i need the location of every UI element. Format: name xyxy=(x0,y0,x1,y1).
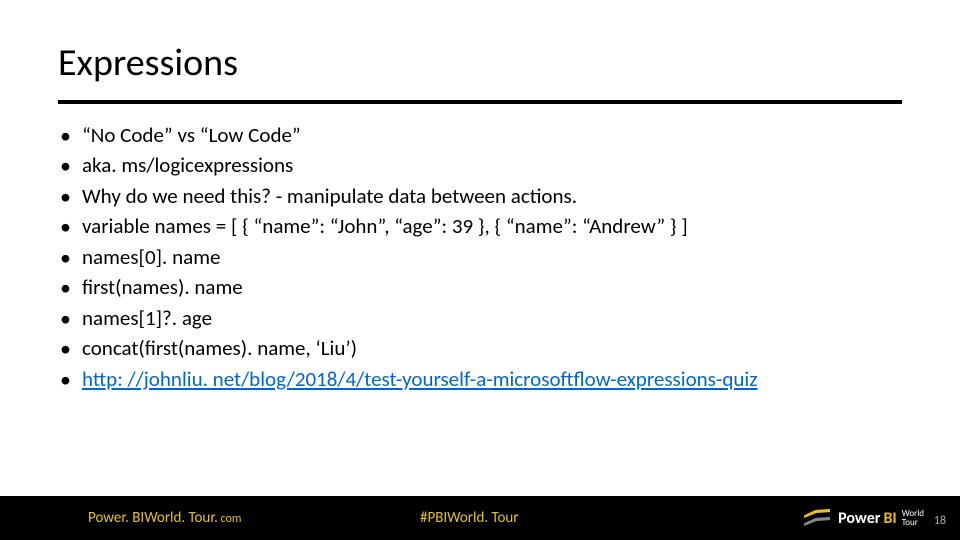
footer-left: Power. BIWorld. Tour. com xyxy=(88,509,241,527)
list-item-link: http: //johnliu. net/blog/2018/4/test-yo… xyxy=(58,364,928,394)
list-item: aka. ms/logicexpressions xyxy=(58,150,928,180)
footer-left-small: com xyxy=(218,512,242,526)
slide-title: Expressions xyxy=(58,40,238,86)
slide: Expressions “No Code” vs “Low Code” aka.… xyxy=(0,0,960,540)
footer-hashtag: #PBIWorld. Tour xyxy=(420,509,519,527)
list-item: Why do we need this? - manipulate data b… xyxy=(58,181,928,211)
title-rule xyxy=(58,100,902,104)
swoosh-icon xyxy=(804,509,830,527)
list-item: “No Code” vs “Low Code” xyxy=(58,120,928,150)
list-item: variable names = [ { “name”: “John”, “ag… xyxy=(58,211,928,241)
list-item: first(names). name xyxy=(58,272,928,302)
logo-subtext: World Tour xyxy=(902,509,924,527)
footer-bar: Power. BIWorld. Tour. com #PBIWorld. Tou… xyxy=(0,496,960,540)
logo-bi: BI xyxy=(883,509,896,528)
logo-sub2: Tour xyxy=(902,518,924,527)
page-number: 18 xyxy=(934,514,946,528)
list-item: names[1]?. age xyxy=(58,303,928,333)
footer-logo: Power BI World Tour xyxy=(804,509,924,528)
quiz-link[interactable]: http: //johnliu. net/blog/2018/4/test-yo… xyxy=(82,367,758,392)
content-area: “No Code” vs “Low Code” aka. ms/logicexp… xyxy=(58,120,928,394)
bullet-list: “No Code” vs “Low Code” aka. ms/logicexp… xyxy=(58,120,928,394)
footer-left-text: Power. BIWorld. Tour. xyxy=(88,509,218,527)
list-item: names[0]. name xyxy=(58,242,928,272)
list-item: concat(first(names). name, ‘Liu’) xyxy=(58,333,928,363)
logo-text: Power BI World Tour xyxy=(838,509,924,528)
logo-power: Power xyxy=(838,509,880,528)
